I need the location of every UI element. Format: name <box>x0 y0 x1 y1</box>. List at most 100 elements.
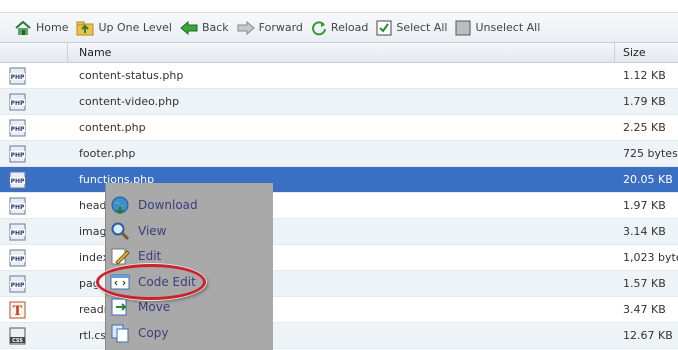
header-size[interactable]: Size <box>615 43 678 62</box>
php-file-icon: PHP <box>9 67 25 84</box>
text-file-icon: T <box>9 301 25 319</box>
menu-move-label: Move <box>138 300 171 314</box>
svg-text:T: T <box>12 304 22 319</box>
pencil-edit-icon <box>111 248 130 265</box>
file-size: 1.97 KB <box>623 199 666 212</box>
forward-label: Forward <box>258 21 303 34</box>
php-file-icon: PHP <box>9 249 25 266</box>
file-icon-cell: CSS <box>0 327 68 345</box>
toolbar: Home Up One Level Back Forward Reload Se… <box>0 13 678 43</box>
svg-text:PHP: PHP <box>10 74 24 81</box>
svg-text:PHP: PHP <box>10 126 24 133</box>
table-row[interactable]: PHP content-status.php 1.12 KB <box>0 63 678 89</box>
svg-text:PHP: PHP <box>10 256 24 263</box>
back-button[interactable]: Back <box>180 20 229 35</box>
file-icon-cell: PHP <box>0 197 68 215</box>
svg-text:PHP: PHP <box>10 282 24 289</box>
table-row[interactable]: PHP content-video.php 1.79 KB <box>0 89 678 115</box>
file-size: 12.67 KB <box>623 329 673 342</box>
table-row[interactable]: PHPindex1,023 bytes <box>0 245 678 271</box>
menu-item-download[interactable]: Download <box>110 195 198 215</box>
file-icon-cell: PHP <box>0 119 68 137</box>
file-icon-cell: PHP <box>0 249 68 267</box>
file-name: footer.php <box>79 147 136 160</box>
php-file-icon: PHP <box>9 145 25 162</box>
copy-icon <box>111 324 129 343</box>
php-file-icon: PHP <box>9 223 25 240</box>
table-row[interactable]: PHP content.php 2.25 KB <box>0 115 678 141</box>
file-icon-cell: T <box>0 301 68 319</box>
back-arrow-icon <box>180 20 198 35</box>
grid-header: Name Size <box>0 43 678 63</box>
file-size: 3.47 KB <box>623 303 666 316</box>
menu-item-code-edit[interactable]: Code Edit <box>110 272 196 292</box>
menu-edit-label: Edit <box>138 249 162 263</box>
select-all-button[interactable]: Select All <box>376 20 447 36</box>
folder-up-icon <box>76 21 94 35</box>
menu-item-move[interactable]: Move <box>110 297 170 317</box>
code-editor-icon <box>110 274 130 290</box>
css-file-icon: CSS <box>9 327 25 344</box>
table-row[interactable]: PHP heade 1.97 KB <box>0 193 678 219</box>
menu-item-view[interactable]: View <box>110 221 166 241</box>
file-size: 20.05 KB <box>623 173 673 186</box>
forward-button[interactable]: Forward <box>237 20 303 35</box>
php-file-icon: PHP <box>9 93 25 110</box>
checkbox-empty-icon <box>455 20 471 35</box>
menu-item-edit[interactable]: Edit <box>110 246 161 266</box>
unselect-all-label: Unselect All <box>475 21 541 34</box>
table-row[interactable]: PHP pag 1.57 KB <box>0 271 678 297</box>
menu-copy-label: Copy <box>138 326 169 340</box>
home-icon <box>15 20 31 35</box>
table-row[interactable]: CSS rtl.css 12.67 KB <box>0 323 678 349</box>
select-all-label: Select All <box>396 21 448 34</box>
globe-download-icon <box>111 196 129 215</box>
reload-button[interactable]: Reload <box>311 20 368 36</box>
php-file-icon: PHP <box>9 275 25 292</box>
forward-arrow-icon <box>237 20 255 35</box>
menu-download-label: Download <box>138 198 198 212</box>
file-size: 2.25 KB <box>623 121 666 134</box>
table-row[interactable]: PHP image 3.14 KB <box>0 219 678 245</box>
table-row[interactable]: Treadn 3.47 KB <box>0 297 678 323</box>
back-label: Back <box>201 21 229 34</box>
reload-icon <box>311 20 326 35</box>
context-menu: Download View Edit Code Edit Move Copy <box>105 183 273 350</box>
up-one-level-label: Up One Level <box>98 21 172 34</box>
menu-item-copy[interactable]: Copy <box>110 323 168 343</box>
file-icon-cell: PHP <box>0 67 68 85</box>
table-row-selected[interactable]: PHP functions.php 20.05 KB <box>0 167 678 193</box>
unselect-all-button[interactable]: Unselect All <box>455 20 540 36</box>
file-size: 1.12 KB <box>623 69 666 82</box>
svg-text:PHP: PHP <box>10 178 24 185</box>
file-size: 1.79 KB <box>623 95 666 108</box>
file-icon-cell: PHP <box>0 275 68 293</box>
svg-text:PHP: PHP <box>10 230 24 237</box>
file-icon-cell: PHP <box>0 223 68 241</box>
php-file-icon: PHP <box>9 171 25 188</box>
file-name: content-status.php <box>79 69 184 82</box>
svg-text:CSS: CSS <box>12 338 23 344</box>
menu-view-label: View <box>138 224 167 238</box>
file-size: 1.57 KB <box>623 277 666 290</box>
file-size: 1,023 bytes <box>623 251 678 264</box>
checkbox-checked-icon <box>376 20 392 35</box>
svg-text:PHP: PHP <box>10 152 24 159</box>
svg-text:PHP: PHP <box>10 204 24 211</box>
move-icon <box>111 298 127 316</box>
reload-label: Reload <box>330 21 369 34</box>
file-icon-cell: PHP <box>0 145 68 163</box>
php-file-icon: PHP <box>9 197 25 214</box>
up-one-level-button[interactable]: Up One Level <box>76 20 172 36</box>
file-name: content-video.php <box>79 95 180 108</box>
file-rows: PHP content-status.php 1.12 KB PHP content-… <box>0 63 678 349</box>
menu-code-edit-label: Code Edit <box>138 275 196 289</box>
home-button[interactable]: Home <box>14 20 68 36</box>
header-name[interactable]: Name <box>68 43 615 62</box>
file-size: 725 bytes <box>623 147 678 160</box>
svg-text:PHP: PHP <box>10 100 24 107</box>
file-icon-cell: PHP <box>0 93 68 111</box>
file-name: content.php <box>79 121 146 134</box>
table-row[interactable]: PHP footer.php 725 bytes <box>0 141 678 167</box>
header-icon-column[interactable] <box>0 43 68 62</box>
